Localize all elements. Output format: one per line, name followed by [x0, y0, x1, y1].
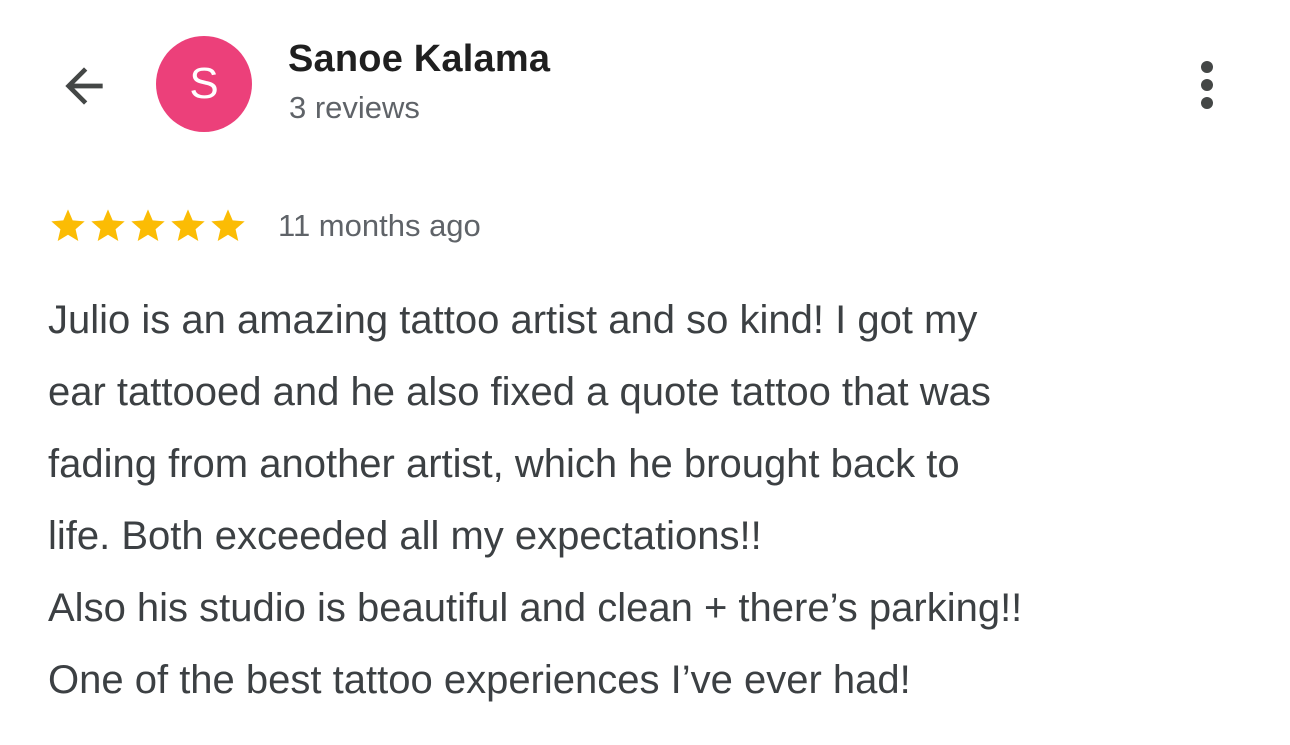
review-text-line: ear tattooed and he also fixed a quote t…	[48, 370, 991, 414]
review-text-line: One of the best tattoo experiences I’ve …	[48, 658, 911, 702]
arrow-back-icon	[65, 67, 103, 105]
star-rating	[48, 206, 248, 246]
review-detail-page: S Sanoe Kalama 3 reviews 11 months ago J…	[0, 0, 1290, 745]
review-text-line: Julio is an amazing tattoo artist and so…	[48, 298, 978, 342]
review-time: 11 months ago	[278, 208, 481, 243]
more-options-button[interactable]	[1180, 52, 1234, 118]
star-icon	[171, 209, 205, 241]
review-header: S Sanoe Kalama 3 reviews	[0, 0, 1290, 160]
back-button[interactable]	[50, 52, 118, 120]
star-icon	[51, 209, 85, 241]
reviews-count: 3 reviews	[289, 90, 420, 125]
review-text: Julio is an amazing tattoo artist and so…	[48, 284, 1263, 716]
star-icon	[131, 209, 165, 241]
avatar[interactable]: S	[156, 36, 252, 132]
more-vertical-icon	[1201, 58, 1213, 112]
review-text-line: Also his studio is beautiful and clean +…	[48, 586, 1023, 630]
review-text-line: life. Both exceeded all my expectations!…	[48, 514, 762, 558]
rating-row: 11 months ago	[48, 202, 481, 250]
reviewer-name[interactable]: Sanoe Kalama	[288, 38, 550, 81]
review-text-line: fading from another artist, which he bro…	[48, 442, 960, 486]
avatar-letter: S	[189, 59, 219, 108]
star-icon	[211, 209, 245, 241]
star-icon	[91, 209, 125, 241]
